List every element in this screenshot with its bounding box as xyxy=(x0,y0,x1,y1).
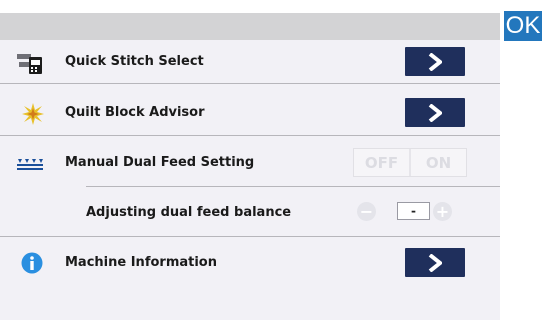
chevron-right-icon xyxy=(428,103,442,122)
machine-information-label: Machine Information xyxy=(65,255,217,270)
divider xyxy=(0,83,500,84)
stitch-selector-icon xyxy=(17,52,43,78)
chevron-right-icon xyxy=(428,52,442,71)
divider xyxy=(86,186,500,187)
quick-stitch-select-button[interactable] xyxy=(405,47,465,76)
dual-feed-balance-label: Adjusting dual feed balance xyxy=(86,205,292,220)
decrease-button[interactable]: − xyxy=(357,202,376,221)
title-bar xyxy=(0,13,500,40)
ok-button[interactable]: OK xyxy=(504,11,542,41)
info-icon xyxy=(21,252,43,278)
divider xyxy=(0,135,500,136)
machine-information-button[interactable] xyxy=(405,248,465,277)
quilt-block-icon xyxy=(22,103,44,129)
dual-feed-off-option[interactable]: OFF xyxy=(354,149,411,176)
dual-feed-balance-value: - xyxy=(397,202,430,220)
dual-feed-toggle[interactable]: OFF ON xyxy=(353,148,467,177)
quilt-block-advisor-label: Quilt Block Advisor xyxy=(65,105,205,120)
quick-stitch-select-label: Quick Stitch Select xyxy=(65,54,204,69)
settings-panel: Quick Stitch Select Quilt Block Advisor … xyxy=(0,40,500,320)
increase-button[interactable]: + xyxy=(433,202,452,221)
dual-feed-on-option[interactable]: ON xyxy=(411,149,466,176)
quilt-block-advisor-button[interactable] xyxy=(405,98,465,127)
dual-feed-icon xyxy=(17,155,43,174)
manual-dual-feed-label: Manual Dual Feed Setting xyxy=(65,155,255,170)
divider xyxy=(0,236,500,237)
chevron-right-icon xyxy=(428,253,442,272)
